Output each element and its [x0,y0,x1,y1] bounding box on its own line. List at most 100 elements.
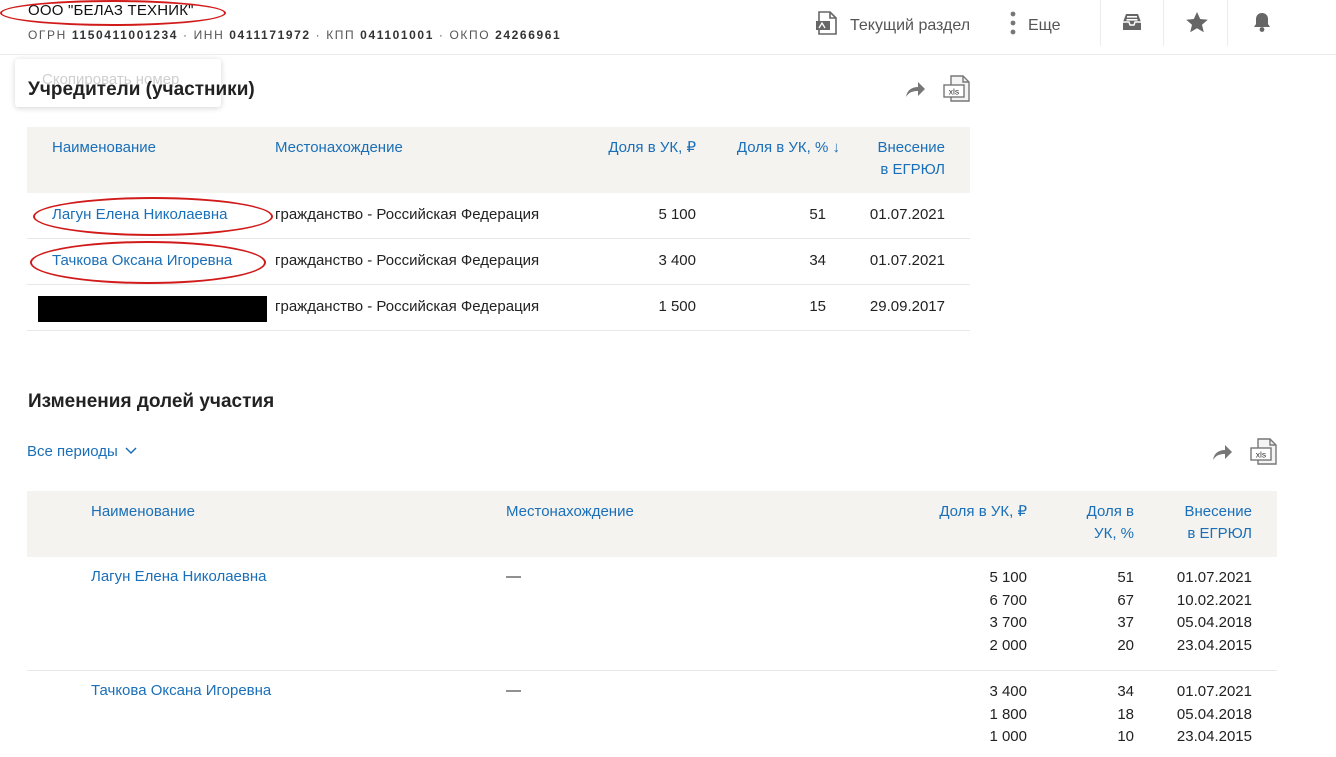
id-separator: · [183,28,189,42]
svg-text:xls: xls [1256,450,1266,460]
share-pct-value: 20 [1117,637,1134,655]
entry-date-value: 10.02.2021 [1176,591,1252,609]
more-button[interactable]: Еще [1008,10,1061,41]
col-location-header[interactable]: Местонахождение [275,137,403,159]
inn-label: ИНН [193,28,225,42]
share-icon[interactable] [903,77,927,104]
participant-location: — [506,568,521,585]
col-entry-header[interactable]: Внесение в ЕГРЮЛ [1147,501,1252,545]
period-filter-label: Все периоды [27,443,118,460]
col-name-header[interactable]: Наименование [91,501,195,523]
period-filter-dropdown[interactable]: Все периоды [27,443,138,460]
share-pct-history: 51 67 37 20 [1047,567,1134,658]
table-row: Тачкова Оксана Игоревна — 3 400 1 800 1 … [27,671,1277,757]
table-row: Тачкова Оксана Игоревна гражданство - Ро… [27,239,970,285]
okpo-value[interactable]: 24266961 [495,28,561,42]
share-rub-value: 6 700 [989,591,1027,609]
share-changes-title: Изменения долей участия [28,391,275,412]
col-share-pct-header-line2: УК, % [1094,525,1134,542]
founder-location: гражданство - Российская Федерация [275,252,540,269]
share-rub-history: 3 400 1 800 1 000 [887,681,1027,749]
share-rub-value: 5 100 [989,569,1027,586]
toolbar-divider [1100,0,1101,46]
star-icon[interactable] [1185,11,1209,39]
share-pct-value: 51 [1117,569,1134,586]
share-rub-value: 1 000 [989,728,1027,746]
share-pct-history: 34 18 10 [1047,681,1134,749]
founder-entry-date: 29.09.2017 [869,298,945,315]
participant-name-link[interactable]: Тачкова Оксана Игоревна [91,682,271,699]
share-pct-value: 34 [1117,683,1134,700]
share-rub-value: 3 400 [989,683,1027,700]
share-icon[interactable] [1210,440,1234,467]
company-name: ООО "БЕЛАЗ ТЕХНИК" [28,2,194,19]
share-rub-value: 1 800 [989,705,1027,723]
share-changes-table-header: Наименование Местонахождение Доля в УК, … [27,491,1277,557]
ogrn-label: ОГРН [28,28,67,42]
founder-entry-date: 01.07.2021 [869,252,945,269]
founder-share-pct: 15 [809,298,826,315]
col-share-rub-header[interactable]: Доля в УК, ₽ [547,137,696,159]
col-entry-header-line2: в ЕГРЮЛ [1187,525,1252,542]
col-share-rub-header[interactable]: Доля в УК, ₽ [887,501,1027,523]
col-share-pct-header-line1: Доля в [1086,503,1134,520]
more-label: Еще [1028,16,1061,34]
founder-share-rub: 1 500 [658,298,696,315]
founder-name-link[interactable]: Лагун Елена Николаевна [52,206,228,223]
more-dots-icon [1008,10,1018,41]
toolbar-divider [1163,0,1164,46]
kpp-label: КПП [326,28,356,42]
entry-date-value: 01.07.2021 [1176,569,1252,586]
col-share-pct-header[interactable]: Доля в УК, % ↓ [707,137,840,159]
ogrn-value[interactable]: 1150411001234 [72,28,178,42]
share-pct-value: 10 [1117,728,1134,746]
founder-location: гражданство - Российская Федерация [275,298,540,315]
redacted-name-block [38,296,267,322]
col-entry-header-line2: в ЕГРЮЛ [880,161,945,178]
entry-date-value: 23.04.2015 [1176,637,1252,655]
current-section-button[interactable]: Текущий раздел [814,10,970,41]
entry-date-history: 01.07.2021 05.04.2018 23.04.2015 [1147,681,1252,749]
current-section-label: Текущий раздел [850,16,971,34]
okpo-label: ОКПО [449,28,491,42]
share-pct-value: 37 [1117,614,1134,632]
participant-name-link[interactable]: Лагун Елена Николаевна [91,568,267,585]
bell-icon[interactable] [1251,11,1273,38]
inn-value[interactable]: 0411171972 [229,28,310,42]
company-identifiers: ОГРН 1150411001234 · ИНН 0411171972 · КП… [28,28,561,42]
entry-date-value: 05.04.2018 [1176,705,1252,723]
col-entry-header-line1: Внесение [877,139,945,156]
entry-date-value: 01.07.2021 [1176,683,1252,700]
share-rub-value: 2 000 [989,637,1027,655]
share-rub-history: 5 100 6 700 3 700 2 000 [887,567,1027,658]
entry-date-value: 23.04.2015 [1176,728,1252,746]
toolbar-divider [1227,0,1228,46]
founder-share-rub: 5 100 [658,206,696,223]
share-pct-value: 67 [1117,591,1134,609]
xls-export-icon[interactable]: xls [1250,438,1278,471]
col-entry-header[interactable]: Внесение в ЕГРЮЛ [847,137,945,181]
col-location-header[interactable]: Местонахождение [506,501,634,523]
col-name-header[interactable]: Наименование [52,137,156,159]
participant-location: — [506,682,521,699]
header-divider [0,54,1336,55]
chevron-down-icon [124,443,138,460]
founder-location: гражданство - Российская Федерация [275,206,540,223]
kpp-value[interactable]: 041101001 [360,28,434,42]
founder-name-link[interactable]: Тачкова Оксана Игоревна [52,252,232,269]
entry-date-history: 01.07.2021 10.02.2021 05.04.2018 23.04.2… [1147,567,1252,658]
id-separator: · [438,28,445,42]
share-rub-value: 3 700 [989,614,1027,632]
founders-title: Учредители (участники) [28,79,255,100]
inbox-icon[interactable] [1121,12,1143,37]
table-row: Лагун Елена Николаевна — 5 100 6 700 3 7… [27,557,1277,671]
table-row: гражданство - Российская Федерация 1 500… [27,285,970,331]
share-pct-value: 18 [1117,705,1134,723]
col-share-pct-header[interactable]: Доля в УК, % [1047,501,1134,545]
id-separator: · [315,28,322,42]
pdf-icon [814,10,840,41]
founder-share-pct: 34 [809,252,826,269]
entry-date-value: 05.04.2018 [1176,614,1252,632]
founder-share-pct: 51 [809,206,826,223]
xls-export-icon[interactable]: xls [943,75,971,108]
